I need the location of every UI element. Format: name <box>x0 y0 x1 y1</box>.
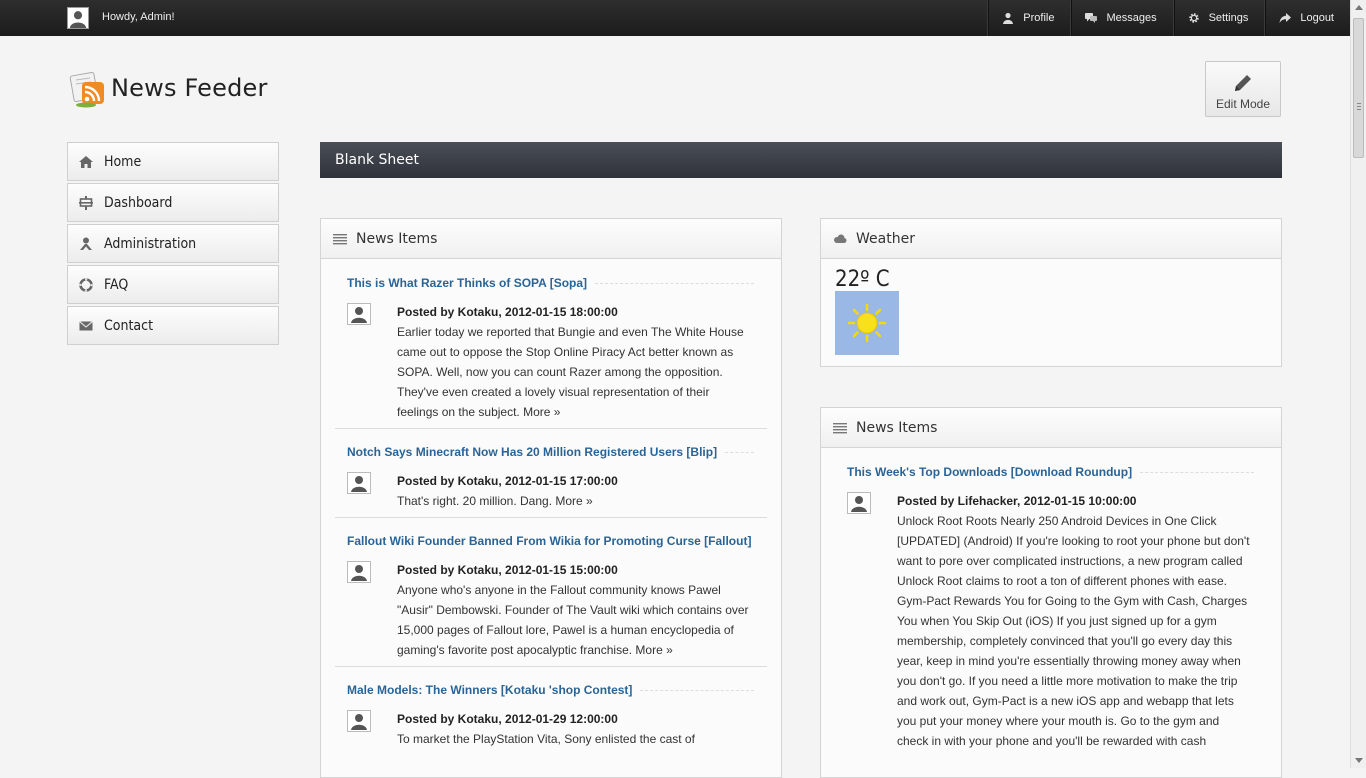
site-title: News Feeder <box>111 74 268 102</box>
user-silhouette-icon <box>68 8 88 28</box>
news-title-link[interactable]: Notch Says Minecraft Now Has 20 Million … <box>347 445 717 459</box>
news-list: This is What Razer Thinks of SOPA [Sopa]… <box>321 259 781 755</box>
widget-title: News Items <box>856 419 938 436</box>
admin-icon <box>79 237 93 251</box>
envelope-icon <box>79 319 93 333</box>
author-avatar <box>847 492 871 514</box>
more-link[interactable]: More » <box>635 643 672 657</box>
author-avatar <box>347 303 371 325</box>
list-icon <box>333 233 347 245</box>
news-title-link[interactable]: Fallout Wiki Founder Banned From Wikia f… <box>347 534 751 548</box>
home-icon <box>79 155 93 169</box>
news-body: To market the PlayStation Vita, Sony enl… <box>397 732 695 746</box>
sun-icon <box>835 291 899 355</box>
sidebar-item-home[interactable]: Home <box>67 142 279 181</box>
page-title-bar: Blank Sheet <box>320 142 1282 178</box>
settings-label: Settings <box>1208 12 1249 24</box>
news-item: Male Models: The Winners [Kotaku 'shop C… <box>335 680 767 755</box>
news-item: This is What Razer Thinks of SOPA [Sopa]… <box>335 273 767 429</box>
list-icon <box>833 422 847 434</box>
user-silhouette-icon <box>851 496 867 512</box>
profile-label: Profile <box>1023 12 1055 24</box>
widget-header[interactable]: News Items <box>821 408 1281 448</box>
user-icon <box>1002 12 1014 24</box>
page-title: Blank Sheet <box>335 152 419 168</box>
author-avatar <box>347 561 371 583</box>
more-link[interactable]: More » <box>523 405 560 419</box>
news-items-widget-left: News Items This is What Razer Thinks of … <box>320 218 782 778</box>
lifebuoy-icon <box>79 277 93 292</box>
author-avatar <box>347 472 371 494</box>
widget-header[interactable]: News Items <box>321 219 781 259</box>
edit-mode-label: Edit Mode <box>1215 97 1271 111</box>
sidebar-item-faq[interactable]: FAQ <box>67 265 279 304</box>
sidebar-item-contact[interactable]: Contact <box>67 306 279 345</box>
chat-icon <box>1085 12 1098 24</box>
news-items-widget-right: News Items This Week's Top Downloads [Do… <box>820 407 1282 778</box>
share-arrow-icon <box>1279 12 1292 24</box>
greeting-text: Howdy, Admin! <box>102 11 175 23</box>
user-silhouette-icon <box>351 714 367 730</box>
sidebar-item-label: Contact <box>104 317 153 334</box>
news-body: That's right. 20 million. Dang. <box>397 494 553 508</box>
top-bar: Howdy, Admin! Profile Messages Settings … <box>0 0 1350 36</box>
cloud-icon <box>833 233 847 245</box>
news-title-link[interactable]: This Week's Top Downloads [Download Roun… <box>847 465 1132 479</box>
news-meta: Posted by Kotaku, 2012-01-29 12:00:00 <box>397 712 618 726</box>
sidebar-item-label: FAQ <box>104 276 129 293</box>
news-item: Fallout Wiki Founder Banned From Wikia f… <box>335 531 767 667</box>
sidebar-item-label: Dashboard <box>104 194 173 211</box>
temperature: 22º C <box>835 267 890 292</box>
scroll-up-arrow-icon[interactable] <box>1355 5 1363 10</box>
weather-widget: Weather 22º C <box>820 218 1282 367</box>
page-scrollbar[interactable] <box>1350 0 1366 768</box>
news-body: Anyone who's anyone in the Fallout commu… <box>397 583 749 657</box>
widget-header[interactable]: Weather <box>821 219 1281 259</box>
news-list: This Week's Top Downloads [Download Roun… <box>821 448 1281 757</box>
settings-link[interactable]: Settings <box>1172 0 1265 36</box>
messages-label: Messages <box>1106 12 1157 24</box>
gear-icon <box>1188 12 1200 24</box>
scroll-down-arrow-icon[interactable] <box>1355 758 1363 763</box>
top-nav: Profile Messages Settings Logout <box>987 0 1350 36</box>
news-item: Notch Says Minecraft Now Has 20 Million … <box>335 442 767 518</box>
news-meta: Posted by Kotaku, 2012-01-15 18:00:00 <box>397 305 618 319</box>
scrollbar-thumb[interactable] <box>1353 18 1364 158</box>
news-item: This Week's Top Downloads [Download Roun… <box>835 462 1267 757</box>
pencil-icon <box>1231 71 1255 95</box>
more-link[interactable]: More » <box>555 494 592 508</box>
profile-link[interactable]: Profile <box>987 0 1070 36</box>
edit-mode-button[interactable]: Edit Mode <box>1205 61 1281 117</box>
widget-title: Weather <box>856 230 915 247</box>
news-meta: Posted by Kotaku, 2012-01-15 15:00:00 <box>397 563 618 577</box>
user-avatar[interactable] <box>67 7 89 29</box>
sidebar-item-dashboard[interactable]: Dashboard <box>67 183 279 222</box>
news-body: Unlock Root Roots Nearly 250 Android Dev… <box>897 514 1250 748</box>
news-title-link[interactable]: Male Models: The Winners [Kotaku 'shop C… <box>347 683 632 697</box>
user-silhouette-icon <box>351 307 367 323</box>
logout-link[interactable]: Logout <box>1264 0 1350 36</box>
sidebar-item-administration[interactable]: Administration <box>67 224 279 263</box>
messages-link[interactable]: Messages <box>1070 0 1172 36</box>
news-meta: Posted by Lifehacker, 2012-01-15 10:00:0… <box>897 494 1137 508</box>
sidebar-item-label: Administration <box>104 235 197 252</box>
sidebar-item-label: Home <box>104 153 142 170</box>
logout-label: Logout <box>1300 12 1334 24</box>
dashboard-icon <box>79 195 93 210</box>
rss-logo-icon[interactable] <box>68 68 108 108</box>
sidebar: Home Dashboard Administration FAQ Contac… <box>67 142 279 347</box>
news-title-link[interactable]: This is What Razer Thinks of SOPA [Sopa] <box>347 276 587 290</box>
news-body: Earlier today we reported that Bungie an… <box>397 325 744 419</box>
news-meta: Posted by Kotaku, 2012-01-15 17:00:00 <box>397 474 618 488</box>
widget-title: News Items <box>356 230 438 247</box>
author-avatar <box>347 710 371 732</box>
user-silhouette-icon <box>351 565 367 581</box>
user-silhouette-icon <box>351 476 367 492</box>
